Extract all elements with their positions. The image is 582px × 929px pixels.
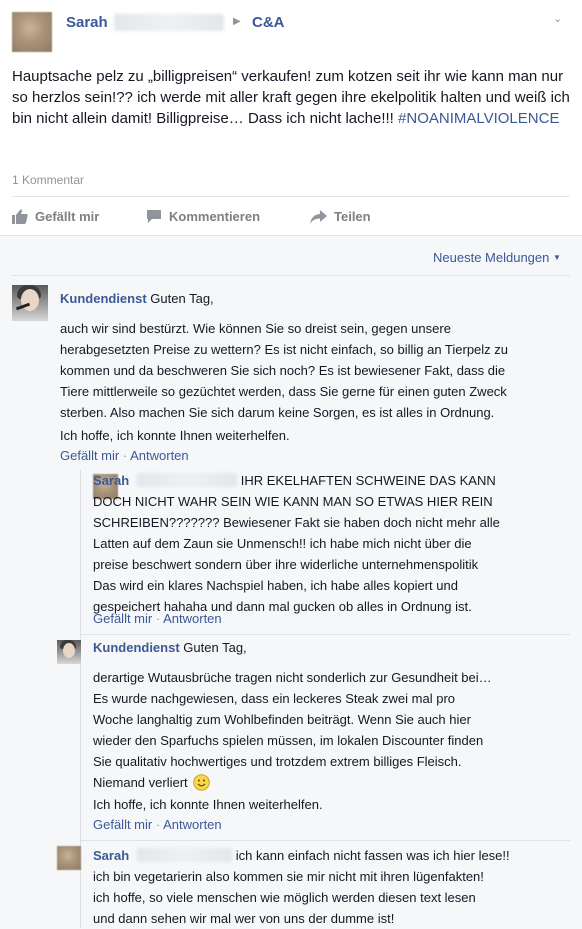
comment-reply-link[interactable]: Antworten [130, 448, 189, 463]
comment-count[interactable]: 1 Kommentar [12, 173, 84, 187]
reply-author[interactable]: Kundendienst [93, 640, 180, 655]
agent-avatar[interactable] [57, 640, 81, 664]
reply-body: Sarah ich kann einfach nicht fassen was … [93, 845, 573, 929]
post-target-page[interactable]: C&A [252, 14, 285, 31]
reply-line: IHR EKELHAFTEN SCHWEINE DAS KANN [240, 473, 496, 488]
reply-like-link[interactable]: Gefällt mir [93, 611, 152, 626]
reply-first-line: Sarah IHR EKELHAFTEN SCHWEINE DAS KANN [93, 470, 573, 491]
reply-author-avatar[interactable] [57, 846, 81, 870]
reply-line: DOCH NICHT WAHR SEIN WIE KANN MAN SO ETW… [93, 494, 493, 509]
reply-line: SCHREIBEN??????? Bewiesener Fakt sie hab… [93, 515, 500, 530]
reply-first-line: Kundendienst Guten Tag, [93, 637, 247, 658]
reply-line-with-smiley: Niemand verliert [93, 772, 563, 793]
post-divider [12, 196, 570, 197]
reply-line: Das wird ein klares Nachspiel haben, ich… [93, 578, 458, 593]
chevron-down-icon[interactable]: ⌄ [553, 12, 567, 26]
thumbs-up-icon [12, 209, 28, 224]
triangle-right-icon: ▶ [233, 16, 241, 27]
reply-line: und dann sehen wir mal wer von uns der d… [93, 911, 395, 926]
reply-line: Woche langhaltig zum Wohlbefinden beiträ… [93, 712, 471, 727]
share-arrow-icon [310, 209, 327, 224]
chevron-down-icon: ▼ [552, 253, 561, 262]
reply-closing: Ich hoffe, ich konnte Ihnen weiterhelfen… [93, 797, 323, 812]
reply-actions: Gefällt mir · Antworten [93, 611, 222, 626]
comment-line: herabgesetzten Preise zu wettern? Es ist… [60, 342, 509, 357]
reply-line: Latten auf dem Zaun sie Unmensch!! ich h… [93, 536, 472, 551]
reply-line: Niemand verliert [93, 775, 188, 790]
separator-dot: · [155, 611, 161, 626]
comment-first-line: Kundendienst Guten Tag, [60, 288, 214, 309]
comment-actions: Gefällt mir · Antworten [60, 448, 189, 463]
reply-first-line: Sarah ich kann einfach nicht fassen was … [93, 845, 573, 866]
reply-line: Es wurde nachgewiesen, dass ein leckeres… [93, 691, 456, 706]
reply-line: wieder den Sparfuchs spielen müssen, im … [93, 733, 484, 748]
author-avatar[interactable] [12, 12, 52, 52]
author-name-redacted [136, 473, 237, 487]
author-name-redacted [136, 848, 232, 862]
reply-line: Sie qualitativ hochwertiges und trotzdem… [93, 754, 462, 769]
post-author-name[interactable]: Sarah [66, 14, 108, 31]
reply-line: ich bin vegetarierin also kommen sie mir… [93, 869, 484, 884]
separator-dot: · [122, 448, 128, 463]
like-button[interactable]: Gefällt mir [12, 209, 99, 224]
reply-body: Sarah IHR EKELHAFTEN SCHWEINE DAS KANN D… [93, 470, 573, 617]
post-hashtag[interactable]: #NOANIMALVIOLENCE [398, 110, 559, 127]
reply-line: ich hoffe, so viele menschen wie möglich… [93, 890, 476, 905]
reply-author[interactable]: Sarah [93, 473, 129, 488]
comments-divider [12, 275, 570, 276]
comment-line: sterben. Also machen Sie sich darum kein… [60, 405, 495, 420]
sort-label: Neueste Meldungen [433, 250, 550, 265]
post-body: Hauptsache pelz zu „billigpreisen“ verka… [12, 66, 570, 129]
share-button[interactable]: Teilen [310, 209, 371, 224]
reply-greeting: Guten Tag, [183, 640, 247, 655]
share-label: Teilen [334, 209, 371, 224]
comment-line: Tiere mittlerweile so gezüchtet werden, … [60, 384, 507, 399]
reply-reply-link[interactable]: Antworten [163, 817, 222, 832]
comment-closing: Ich hoffe, ich konnte Ihnen weiterhelfen… [60, 428, 290, 443]
comment-button[interactable]: Kommentieren [146, 209, 260, 224]
comment-line: kommen und da beschweren Sie sich noch? … [60, 363, 506, 378]
reply-actions: Gefällt mir · Antworten [93, 817, 222, 832]
agent-avatar[interactable] [12, 285, 48, 321]
author-name-redacted [114, 14, 224, 31]
comment-like-link[interactable]: Gefällt mir [60, 448, 119, 463]
like-label: Gefällt mir [35, 209, 100, 224]
smiley-icon [193, 774, 211, 791]
comment-greeting: Guten Tag, [150, 291, 214, 306]
comment-body: auch wir sind bestürzt. Wie können Sie s… [60, 318, 570, 423]
comment-author[interactable]: Kundendienst [60, 291, 147, 306]
comment-line: auch wir sind bestürzt. Wie können Sie s… [60, 321, 451, 336]
speech-bubble-icon [147, 210, 161, 223]
sort-dropdown[interactable]: Neueste Meldungen ▼ [433, 250, 561, 265]
separator-dot: · [155, 817, 161, 832]
reply-line: ich kann einfach nicht fassen was ich hi… [235, 848, 510, 863]
reply-like-link[interactable]: Gefällt mir [93, 817, 152, 832]
reply-line: derartige Wutausbrüche tragen nicht sond… [93, 670, 492, 685]
reply-reply-link[interactable]: Antworten [163, 611, 222, 626]
reply-divider [81, 634, 570, 635]
comment-label: Kommentieren [169, 209, 261, 224]
reply-author[interactable]: Sarah [93, 848, 129, 863]
reply-body: derartige Wutausbrüche tragen nicht sond… [93, 667, 563, 793]
reply-line: preise beschwert sondern über ihre wider… [93, 557, 479, 572]
reply-divider [81, 840, 570, 841]
